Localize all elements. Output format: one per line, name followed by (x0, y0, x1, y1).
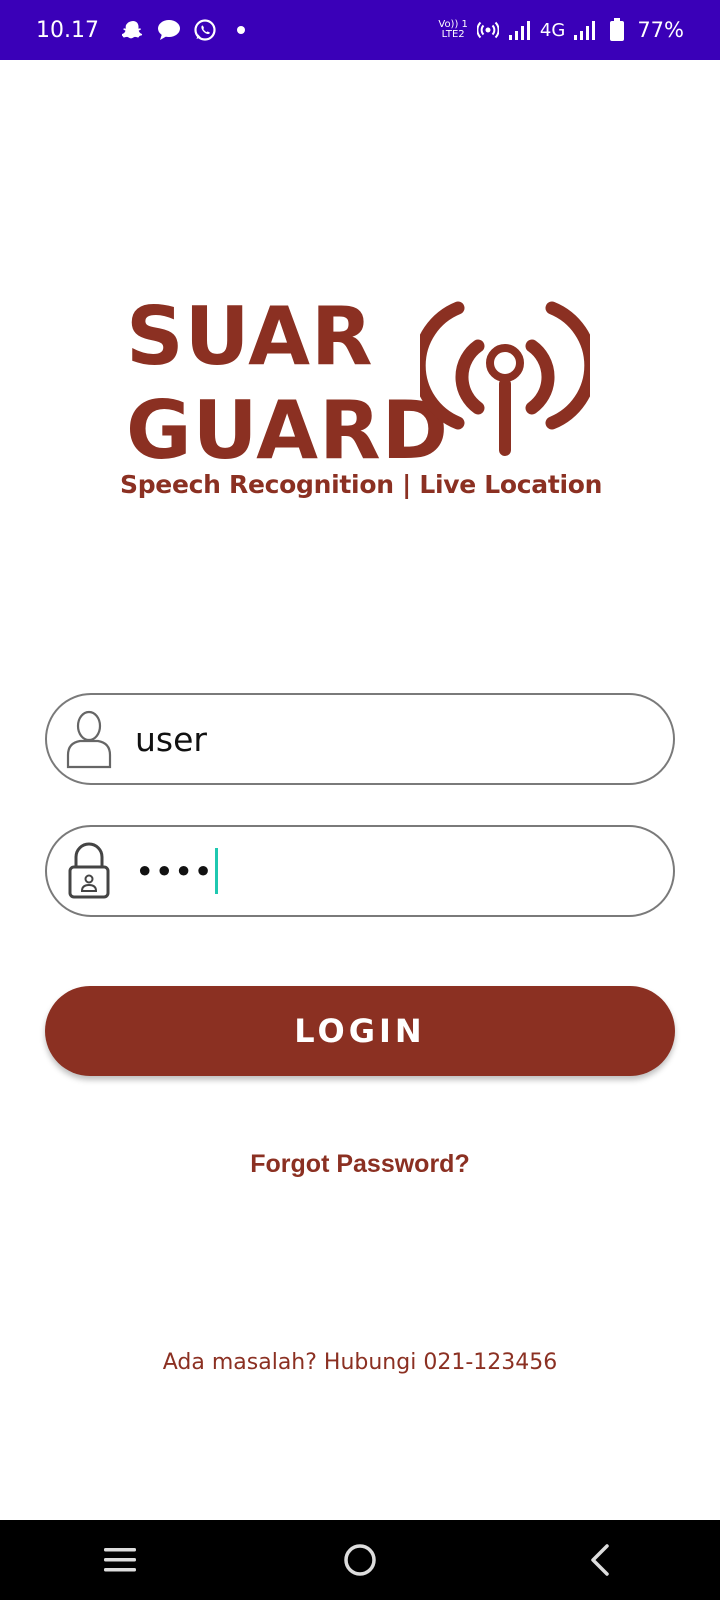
status-bar: 10.17 Vo)) 1 LTE2 4G 77% (0, 0, 720, 60)
signal-icon-2 (573, 18, 597, 42)
password-input[interactable]: •••• (135, 848, 218, 894)
lock-icon (65, 839, 113, 903)
snapchat-icon (121, 18, 145, 42)
volte-indicator: Vo)) 1 LTE2 (438, 20, 468, 40)
logo-line1: SUAR (126, 290, 374, 383)
back-chevron-icon[interactable] (560, 1530, 640, 1590)
password-field[interactable]: •••• (45, 825, 675, 917)
user-icon (65, 707, 113, 771)
username-field[interactable]: user (45, 693, 675, 785)
message-bubble-icon (157, 18, 181, 42)
help-contact-text: Ada masalah? Hubungi 021-123456 (162, 1350, 558, 1375)
app-logo: SUAR GUARD Speech Recognition | Live Loc… (120, 292, 603, 518)
status-left: 10.17 (36, 18, 253, 43)
login-button[interactable]: LOGIN (45, 986, 675, 1076)
whatsapp-icon (193, 18, 217, 42)
logo-tagline: Speech Recognition | Live Location (120, 470, 603, 499)
status-right: Vo)) 1 LTE2 4G 77% (438, 18, 684, 42)
broadcast-antenna-icon (420, 301, 590, 456)
logo-line2: GUARD (126, 384, 450, 477)
dot-icon (229, 18, 253, 42)
password-mask: •••• (135, 851, 213, 891)
battery-icon (605, 18, 629, 42)
volte-bottom: LTE2 (441, 29, 465, 40)
navigation-bar (0, 1520, 720, 1600)
username-input[interactable]: user (135, 720, 207, 759)
menu-icon[interactable] (80, 1530, 160, 1590)
text-caret (214, 848, 218, 894)
battery-percent: 77% (637, 18, 684, 42)
home-circle-icon[interactable] (320, 1530, 400, 1590)
status-time: 10.17 (36, 17, 99, 43)
signal-icon-1 (508, 18, 532, 42)
hotspot-icon (476, 18, 500, 42)
network-type: 4G (539, 19, 566, 41)
forgot-password-link[interactable]: Forgot Password? (0, 1150, 720, 1179)
